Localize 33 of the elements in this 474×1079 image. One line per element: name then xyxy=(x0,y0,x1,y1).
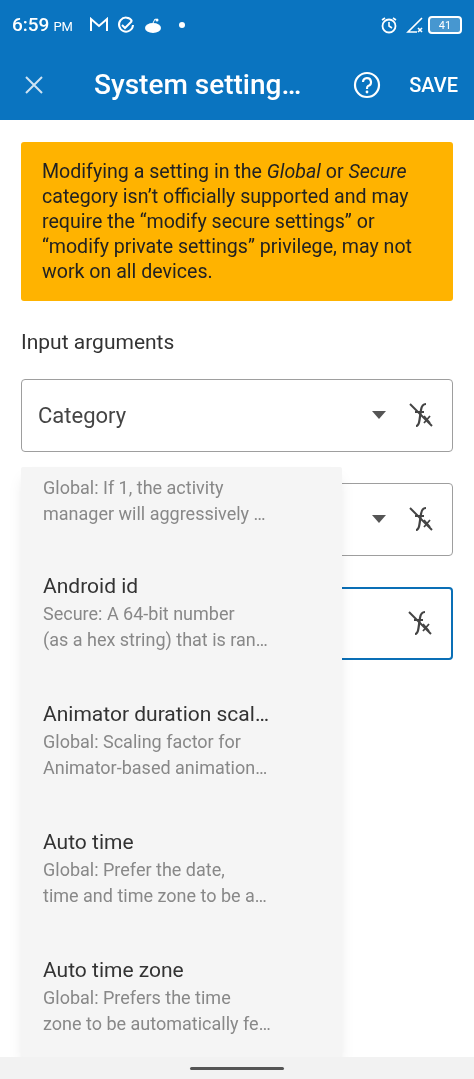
menu-item-title: Android id xyxy=(43,573,140,600)
menu-item-description: Secure: A 64-bit number (as a hex string) that is ran… xyxy=(43,602,269,652)
menu-item[interactable]: Auto time Global: Prefer the date, time and time zone to be a… xyxy=(21,813,342,941)
menu-item[interactable]: Auto time zone Global: Prefers the time zone to be automatically fe… xyxy=(21,941,342,1057)
menu-item[interactable]: Animator duration scal… Global: Scaling factor for Animator-based animation… xyxy=(21,685,342,813)
help-icon[interactable] xyxy=(353,71,382,99)
clock-meridiem: PM xyxy=(53,18,73,37)
menu-item-description: Global: If 1, the activity manager will aggressively … xyxy=(43,476,267,526)
menu-item-description: Global: Prefers the time zone to be automatically fe… xyxy=(43,986,272,1036)
warning-banner: Modifying a setting in the Global or Secure category isn’t officially supported and may require the “modify secure settings” or “modify private settings” privilege, may not work on all devices. xyxy=(21,142,453,301)
menu-item-title: Auto time xyxy=(43,829,135,856)
menu-item[interactable]: Android id Secure: A 64-bit number (as a hex string) that is ran… xyxy=(21,557,342,685)
close-icon[interactable] xyxy=(24,75,44,95)
dropdown-field[interactable]: Category xyxy=(21,378,453,452)
signal-off-icon xyxy=(406,16,424,34)
dropdown-caret-icon xyxy=(372,411,386,419)
field-placeholder: Category xyxy=(38,401,127,430)
menu-item-description: Global: Prefer the date, time and time zone to be a… xyxy=(43,858,268,908)
menu-item-title: Animator duration scal… xyxy=(43,701,270,728)
alien-icon xyxy=(142,17,163,33)
section-title: Input arguments xyxy=(21,329,176,356)
check-circle-icon xyxy=(116,16,135,34)
menu-item-description: Global: Scaling factor for Animator-based animation… xyxy=(43,730,269,780)
dropdown-caret-icon xyxy=(372,515,386,523)
battery-icon: 41 xyxy=(428,16,462,34)
home-indicator[interactable] xyxy=(190,1066,284,1070)
mail-icon xyxy=(88,17,109,33)
screen-title: System setting… xyxy=(94,67,302,103)
menu-item-title: Auto time zone xyxy=(43,957,185,984)
save-button[interactable]: SAVE xyxy=(409,70,458,100)
clock: 6:59 xyxy=(12,11,50,38)
dot-icon xyxy=(178,22,185,28)
alarm-icon xyxy=(380,16,398,34)
